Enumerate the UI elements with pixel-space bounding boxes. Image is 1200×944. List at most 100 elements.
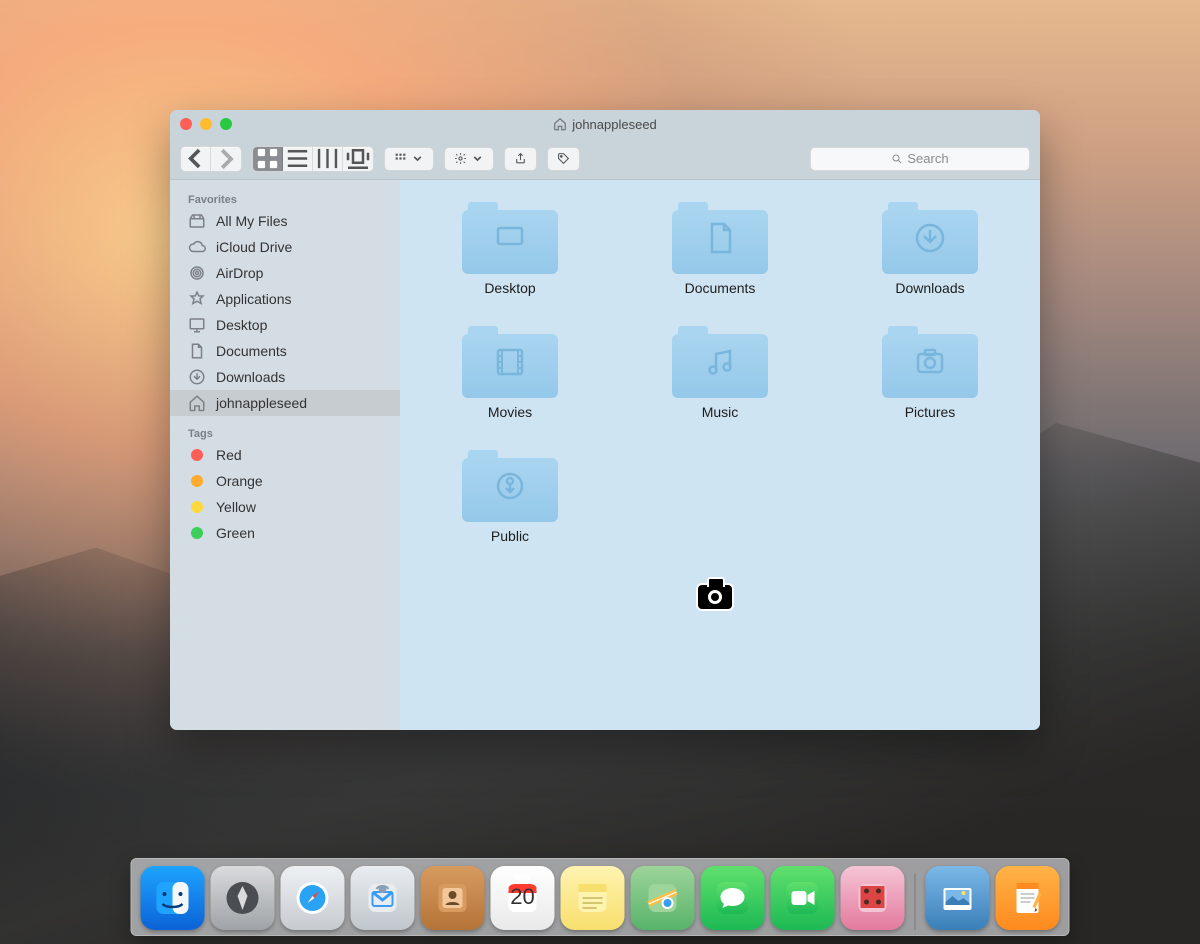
tag-dot-icon (191, 475, 203, 487)
sidebar-item-label: All My Files (216, 213, 288, 229)
forward-button[interactable] (211, 147, 241, 171)
screenshot-camera-cursor-icon (696, 583, 734, 611)
folder-label: Documents (685, 280, 756, 296)
sidebar-item-all-my-files[interactable]: All My Files (170, 208, 400, 234)
home-icon (553, 117, 567, 131)
folder-icon (462, 326, 558, 398)
minimize-button[interactable] (200, 118, 212, 130)
folder-documents[interactable]: Documents (640, 202, 800, 296)
tag-dot-icon (191, 527, 203, 539)
chevron-down-icon (471, 152, 484, 165)
window-title: johnappleseed (553, 117, 657, 132)
sidebar-item-label: Desktop (216, 317, 267, 333)
search-field-container: Search (810, 147, 1030, 171)
search-placeholder: Search (907, 151, 948, 166)
sidebar-tag-green[interactable]: Green (170, 520, 400, 546)
finder-content[interactable]: Desktop Documents Downloads Movies Music Pict… (400, 180, 1040, 730)
column-view-button[interactable] (313, 147, 343, 171)
applications-icon (188, 290, 206, 308)
coverflow-view-button[interactable] (343, 147, 373, 171)
search-icon (891, 153, 903, 165)
downloads-icon (188, 368, 206, 386)
folder-icon (882, 202, 978, 274)
sidebar-item-home[interactable]: johnappleseed (170, 390, 400, 416)
folder-grid: Desktop Documents Downloads Movies Music Pict… (420, 202, 1020, 544)
icon-view-button[interactable] (253, 147, 283, 171)
sidebar-item-airdrop[interactable]: AirDrop (170, 260, 400, 286)
folder-label: Pictures (905, 404, 956, 420)
tag-dot-icon (191, 449, 203, 461)
folder-label: Desktop (484, 280, 535, 296)
tags-button[interactable] (547, 147, 580, 171)
folder-desktop[interactable]: Desktop (430, 202, 590, 296)
sidebar-item-applications[interactable]: Applications (170, 286, 400, 312)
sidebar-tag-yellow[interactable]: Yellow (170, 494, 400, 520)
dock-photo-stack[interactable] (926, 866, 990, 930)
folder-public[interactable]: Public (430, 450, 590, 544)
folder-label: Music (702, 404, 739, 420)
icloud-icon (188, 238, 206, 256)
back-button[interactable] (181, 147, 211, 171)
sidebar-item-label: Yellow (216, 499, 256, 515)
finder-window: johnappleseed (170, 110, 1040, 730)
folder-pictures[interactable]: Pictures (850, 326, 1010, 420)
tag-dot-icon (191, 501, 203, 513)
dock-separator (915, 874, 916, 930)
all-my-files-icon (188, 212, 206, 230)
folder-movies[interactable]: Movies (430, 326, 590, 420)
view-mode-segmented (252, 146, 374, 172)
dock-pages-doc[interactable] (996, 866, 1060, 930)
nav-back-forward (180, 146, 242, 172)
finder-sidebar: Favorites All My Files iCloud Drive AirD… (170, 180, 400, 730)
dock-finder[interactable] (141, 866, 205, 930)
sidebar-item-label: Downloads (216, 369, 285, 385)
sidebar-tag-orange[interactable]: Orange (170, 468, 400, 494)
traffic-lights (180, 118, 232, 130)
dock-safari[interactable] (281, 866, 345, 930)
dock-mail[interactable]: <+path/> (351, 866, 415, 930)
dock-facetime[interactable] (771, 866, 835, 930)
sidebar-item-documents[interactable]: Documents (170, 338, 400, 364)
dock-messages[interactable] (701, 866, 765, 930)
sidebar-item-label: iCloud Drive (216, 239, 292, 255)
tag-icon (557, 152, 570, 165)
sidebar-item-label: Red (216, 447, 242, 463)
arrange-menu[interactable] (384, 147, 434, 171)
sidebar-header-favorites: Favorites (170, 188, 400, 208)
sidebar-item-downloads[interactable]: Downloads (170, 364, 400, 390)
sidebar-item-icloud[interactable]: iCloud Drive (170, 234, 400, 260)
gear-icon (454, 152, 467, 165)
sidebar-item-label: AirDrop (216, 265, 263, 281)
close-button[interactable] (180, 118, 192, 130)
dock-notes[interactable] (561, 866, 625, 930)
sidebar-item-label: Green (216, 525, 255, 541)
folder-label: Movies (488, 404, 532, 420)
folder-icon (672, 326, 768, 398)
dock-contacts[interactable] (421, 866, 485, 930)
window-titlebar[interactable]: johnappleseed (170, 110, 1040, 138)
sidebar-item-label: Orange (216, 473, 263, 489)
folder-icon (462, 450, 558, 522)
list-view-button[interactable] (283, 147, 313, 171)
home-icon (188, 394, 206, 412)
zoom-button[interactable] (220, 118, 232, 130)
sidebar-tag-red[interactable]: Red (170, 442, 400, 468)
dock-photobooth[interactable] (841, 866, 905, 930)
action-menu[interactable] (444, 147, 494, 171)
folder-label: Public (491, 528, 529, 544)
sidebar-item-label: johnappleseed (216, 395, 307, 411)
documents-icon (188, 342, 206, 360)
chevron-down-icon (411, 152, 424, 165)
share-button[interactable] (504, 147, 537, 171)
folder-label: Downloads (895, 280, 964, 296)
share-icon (514, 152, 527, 165)
folder-downloads[interactable]: Downloads (850, 202, 1010, 296)
dock-launchpad[interactable] (211, 866, 275, 930)
sidebar-item-label: Documents (216, 343, 287, 359)
dock-calendar[interactable]: NOV20 (491, 866, 555, 930)
dock-maps[interactable] (631, 866, 695, 930)
search-input[interactable]: Search (810, 147, 1030, 171)
folder-music[interactable]: Music (640, 326, 800, 420)
sidebar-item-desktop[interactable]: Desktop (170, 312, 400, 338)
desktop-icon (188, 316, 206, 334)
